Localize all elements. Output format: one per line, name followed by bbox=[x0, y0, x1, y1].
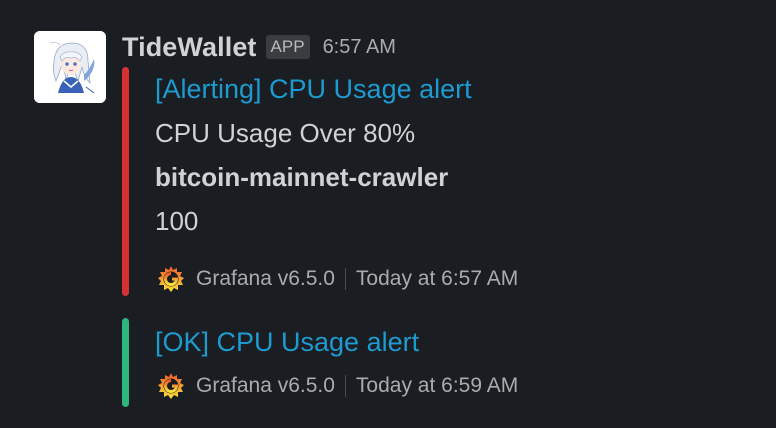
attachment-footer: Grafana v6.5.0 Today at 6:57 AM bbox=[155, 263, 518, 295]
grafana-icon bbox=[158, 266, 184, 292]
footer-source: Grafana v6.5.0 bbox=[196, 267, 335, 290]
footer-separator bbox=[344, 268, 346, 290]
footer-separator bbox=[344, 375, 346, 397]
message-header: TideWallet APP 6:57 AM bbox=[122, 30, 396, 64]
attachment-text-line: 100 bbox=[155, 206, 199, 236]
footer-time[interactable]: Today at 6:57 AM bbox=[356, 267, 518, 291]
app-badge: APP bbox=[265, 35, 310, 59]
attachment-title-link[interactable]: [Alerting] CPU Usage alert bbox=[155, 74, 472, 105]
attachment-text-line: CPU Usage Over 80% bbox=[155, 118, 416, 148]
avatar[interactable] bbox=[34, 31, 106, 103]
message-timestamp[interactable]: 6:57 AM bbox=[323, 36, 396, 59]
attachment-color-bar bbox=[122, 67, 129, 296]
sender-name[interactable]: TideWallet bbox=[122, 32, 257, 63]
slack-message: TideWallet APP 6:57 AM [Alerting] CPU Us… bbox=[0, 0, 776, 428]
footer-time[interactable]: Today at 6:59 AM bbox=[356, 374, 518, 398]
anime-character-avatar-icon bbox=[34, 31, 106, 103]
attachment-title-link[interactable]: [OK] CPU Usage alert bbox=[155, 327, 419, 358]
footer-source: Grafana v6.5.0 bbox=[196, 374, 335, 397]
attachment-color-bar bbox=[122, 318, 129, 407]
grafana-icon bbox=[158, 373, 184, 399]
attachment-text-line: bitcoin-mainnet-crawler bbox=[155, 162, 449, 192]
attachment-footer: Grafana v6.5.0 Today at 6:59 AM bbox=[155, 370, 518, 402]
